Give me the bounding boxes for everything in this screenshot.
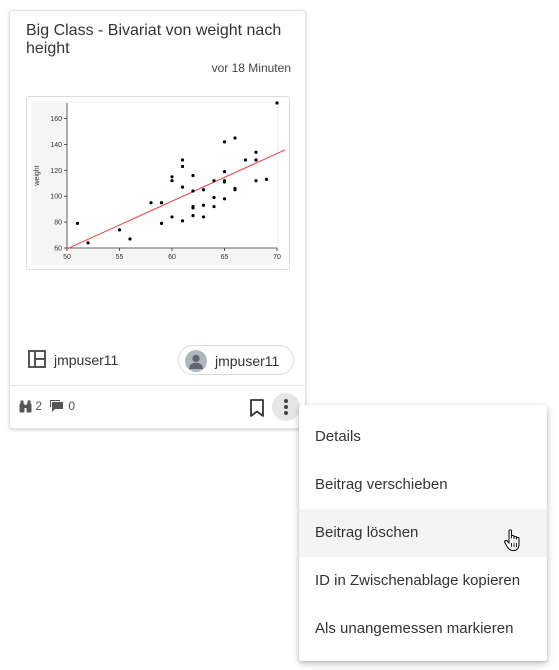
more-dot	[284, 405, 288, 409]
comments-count: 0	[68, 399, 76, 413]
data-point	[191, 214, 195, 218]
data-point	[212, 195, 216, 200]
data-point	[201, 215, 206, 219]
post-card[interactable]: Big Class - Bivariat von weight nach hei…	[9, 10, 306, 429]
data-point	[222, 170, 227, 174]
data-point	[191, 204, 195, 209]
views-count: 2	[35, 399, 43, 413]
more-vertical-icon[interactable]	[272, 393, 300, 421]
data-point	[117, 228, 122, 232]
data-point	[180, 219, 185, 223]
y-tick-label: 140	[50, 142, 62, 149]
data-point	[243, 158, 248, 162]
hand-pointer-icon	[503, 528, 523, 552]
scatter-chart: 60 80 100 120 140 160 50 55 60 65 70 weight	[31, 101, 286, 265]
data-point	[180, 164, 185, 169]
data-point	[180, 158, 185, 162]
card-footer: 2 0	[10, 386, 305, 430]
data-point	[191, 173, 195, 178]
menu-item-report[interactable]: Als unangemessen markieren	[299, 605, 547, 653]
data-point	[191, 189, 195, 193]
data-point	[128, 237, 132, 241]
data-point	[170, 179, 174, 183]
y-tick-label: 120	[50, 168, 62, 175]
more-dot	[284, 399, 288, 403]
group-name[interactable]: jmpuser11	[54, 352, 118, 368]
data-point	[86, 241, 90, 245]
data-point	[180, 185, 185, 189]
y-tick-label: 100	[50, 194, 62, 201]
data-point	[222, 140, 227, 144]
x-tick-label: 60	[168, 254, 176, 261]
data-point	[212, 204, 216, 209]
data-point	[170, 215, 174, 219]
data-point	[201, 203, 206, 207]
data-point	[254, 179, 258, 183]
x-tick-label: 70	[273, 254, 281, 261]
data-point	[233, 186, 237, 191]
data-point	[264, 177, 269, 181]
person-icon	[185, 350, 207, 372]
data-point	[222, 179, 227, 183]
x-tick-label: 65	[221, 254, 229, 261]
data-point	[233, 136, 237, 140]
data-point	[159, 221, 164, 226]
y-tick-label: 60	[54, 246, 62, 253]
chart-thumbnail[interactable]: 60 80 100 120 140 160 50 55 60 65 70 weight	[26, 96, 290, 270]
data-point	[170, 175, 174, 179]
menu-item-details[interactable]: Details	[299, 413, 547, 461]
data-point	[254, 158, 258, 162]
owner-row: jmpuser11 jmpuser11	[26, 344, 294, 376]
y-tick-label: 160	[50, 116, 62, 123]
y-axis-label: weight	[34, 165, 41, 186]
data-point	[149, 201, 153, 205]
data-point	[201, 188, 206, 192]
comments-stat: 0	[49, 399, 75, 413]
user-name: jmpuser11	[215, 353, 280, 369]
views-stat: 2	[19, 399, 42, 413]
x-tick-label: 55	[116, 254, 124, 261]
data-point	[222, 197, 227, 201]
y-tick-label: 80	[54, 220, 62, 227]
user-chip[interactable]: jmpuser11	[178, 345, 294, 375]
bookmark-icon[interactable]	[248, 398, 266, 418]
data-point	[212, 179, 216, 183]
layout-icon	[28, 350, 46, 368]
data-point	[275, 101, 279, 105]
more-dot	[284, 411, 288, 415]
data-point	[159, 201, 164, 205]
menu-item-move-post[interactable]: Beitrag verschieben	[299, 461, 547, 509]
x-tick-label: 50	[63, 254, 71, 261]
post-title[interactable]: Big Class - Bivariat von weight nach hei…	[26, 22, 294, 58]
menu-item-copy-id[interactable]: ID in Zwischenablage kopieren	[299, 557, 547, 605]
data-point	[75, 221, 80, 226]
data-point	[254, 150, 258, 154]
binoculars-icon	[19, 399, 35, 413]
post-timestamp: vor 18 Minuten	[211, 61, 291, 75]
comment-icon	[49, 399, 68, 413]
